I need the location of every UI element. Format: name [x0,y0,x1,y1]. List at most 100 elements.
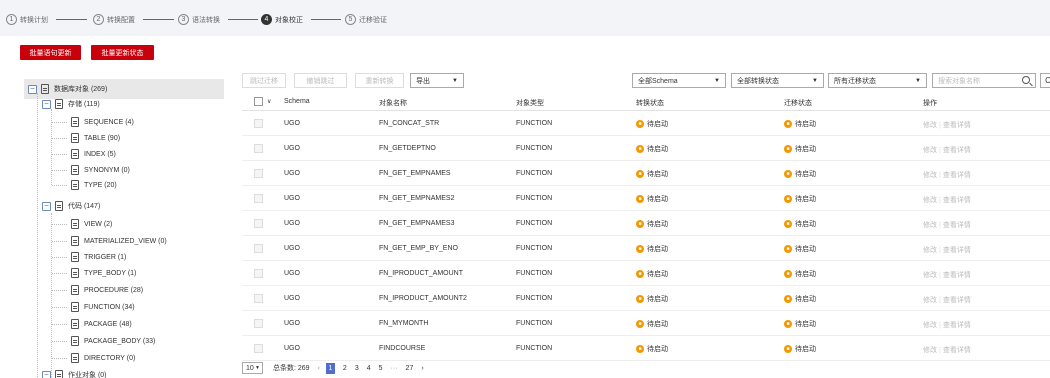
edit-link[interactable]: 修改 [923,122,937,129]
page-5[interactable]: 5 [379,365,383,372]
batch-update-statement-button[interactable]: 批量语句更新 [20,45,81,60]
row-checkbox[interactable] [254,219,263,228]
step-4[interactable]: 4 对象校正 [261,14,303,25]
step-1[interactable]: 1 转换计划 [6,14,48,25]
row-checkbox[interactable] [254,244,263,253]
page-size-select[interactable]: 10 ▼ [242,362,263,374]
edit-link[interactable]: 修改 [923,322,937,329]
row-checkbox[interactable] [254,344,263,353]
table-row[interactable]: UGO FN_GET_EMPNAMES2 FUNCTION ■ 待启动 ■ 待启动 修改 | 查看… [242,186,1050,211]
tree-node-sequence[interactable]: SEQUENCE (4) [71,116,134,128]
edit-link[interactable]: 修改 [923,297,937,304]
table-row[interactable]: UGO FN_IPRODUCT_AMOUNT FUNCTION ■ 待启动 ■ 待启动 修改 |… [242,261,1050,286]
tree-node-storage[interactable]: − 存储 (119) [42,98,100,110]
undo-skip-button[interactable]: 撤销跳过 [294,73,347,88]
page-3[interactable]: 3 [355,365,359,372]
tree-node-synonym[interactable]: SYNONYM (0) [71,164,130,176]
column-header-object-name[interactable]: 对象名称 [379,98,407,108]
edit-link[interactable]: 修改 [923,247,937,254]
row-checkbox[interactable] [254,169,263,178]
tree-node-directory[interactable]: DIRECTORY (0) [71,352,135,364]
row-checkbox[interactable] [254,269,263,278]
tree-node-package[interactable]: PACKAGE (48) [71,318,132,330]
collapse-icon[interactable]: − [42,370,51,378]
table-row[interactable]: UGO FN_GETDEPTNO FUNCTION ■ 待启动 ■ 待启动 修改 | 查看详情 [242,136,1050,161]
step-5[interactable]: 5 迁移验证 [345,14,387,25]
view-details-link[interactable]: 查看详情 [943,172,971,179]
view-details-link[interactable]: 查看详情 [943,122,971,129]
tree-node-type-body[interactable]: TYPE_BODY (1) [71,267,136,279]
row-checkbox[interactable] [254,294,263,303]
column-header-convert-status[interactable]: 转换状态 [636,98,664,108]
object-search-input[interactable]: 搜索对象名称 [932,73,1036,88]
page-4[interactable]: 4 [367,365,371,372]
page-27[interactable]: 27 [406,365,414,372]
prev-page-button[interactable]: ‹ [318,365,320,372]
collapse-icon[interactable]: − [28,84,37,94]
reconvert-button[interactable]: 重新转换 [355,73,404,88]
tree-node-index[interactable]: INDEX (5) [71,148,116,160]
edit-link[interactable]: 修改 [923,272,937,279]
chevron-down-icon[interactable]: ∨ [267,98,271,105]
table-row[interactable]: UGO FN_GET_EMPNAMES FUNCTION ■ 待启动 ■ 待启动 修改 | 查看详… [242,161,1050,186]
table-row[interactable]: UGO FN_IPRODUCT_AMOUNT2 FUNCTION ■ 待启动 ■ 待启动 修改… [242,286,1050,311]
view-details-link[interactable]: 查看详情 [943,197,971,204]
row-checkbox[interactable] [254,119,263,128]
next-page-button[interactable]: › [421,365,423,372]
tree-node-type[interactable]: TYPE (20) [71,179,117,191]
view-details-link[interactable]: 查看详情 [943,322,971,329]
page-2[interactable]: 2 [343,365,347,372]
tree-node-table[interactable]: TABLE (90) [71,132,120,144]
page-1[interactable]: 1 [325,362,335,374]
tree-node-materialized-view[interactable]: MATERIALIZED_VIEW (0) [71,235,167,247]
migration-status-filter-select[interactable]: 所有迁移状态 ▼ [828,73,927,88]
view-details-link[interactable]: 查看详情 [943,347,971,354]
tree-node-trigger[interactable]: TRIGGER (1) [71,251,126,263]
tree-node-package-body[interactable]: PACKAGE_BODY (33) [71,335,155,347]
step-3[interactable]: 3 语法转换 [178,14,220,25]
column-header-schema[interactable]: Schema [284,98,310,105]
search-icon[interactable] [1022,76,1030,84]
column-header-object-type[interactable]: 对象类型 [516,98,544,108]
table-row[interactable]: UGO FN_GET_EMPNAMES3 FUNCTION ■ 待启动 ■ 待启动 修改 | 查看… [242,211,1050,236]
convert-status-filter-select[interactable]: 全部转换状态 ▼ [731,73,824,88]
view-details-link[interactable]: 查看详情 [943,297,971,304]
edit-link[interactable]: 修改 [923,172,937,179]
view-details-link[interactable]: 查看详情 [943,272,971,279]
edit-link[interactable]: 修改 [923,197,937,204]
tree-node-job-objects[interactable]: − 作业对象 (0) [42,369,107,378]
table-row[interactable]: UGO FN_GET_EMP_BY_ENO FUNCTION ■ 待启动 ■ 待启动 修改 | 查… [242,236,1050,261]
column-header-migration-status[interactable]: 迁移状态 [784,98,812,108]
table-row[interactable]: UGO FINDCOURSE FUNCTION ■ 待启动 ■ 待启动 修改 | 查看详情 [242,336,1050,361]
row-checkbox[interactable] [254,194,263,203]
view-details-link[interactable]: 查看详情 [943,222,971,229]
row-actions: 修改 | 查看详情 [923,195,971,205]
view-details-link[interactable]: 查看详情 [943,147,971,154]
tree-node-function[interactable]: FUNCTION (34) [71,301,135,313]
table-row[interactable]: UGO FN_CONCAT_STR FUNCTION ■ 待启动 ■ 待启动 修改 | 查看详情 [242,111,1050,136]
tree-node-procedure[interactable]: PROCEDURE (28) [71,284,143,296]
collapse-icon[interactable]: − [42,201,51,211]
tree-node-label: 代码 (147) [68,203,101,210]
step-2[interactable]: 2 转换配置 [93,14,135,25]
edit-link[interactable]: 修改 [923,347,937,354]
row-checkbox[interactable] [254,319,263,328]
schema-filter-select[interactable]: 全部Schema ▼ [632,73,726,88]
refresh-icon[interactable]: C [1040,73,1050,88]
row-checkbox[interactable] [254,144,263,153]
skip-migration-button[interactable]: 跳过迁移 [242,73,286,88]
tree-node-view[interactable]: VIEW (2) [71,218,112,230]
view-details-link[interactable]: 查看详情 [943,247,971,254]
collapse-icon[interactable]: − [42,99,51,109]
tree-node-database-objects[interactable]: − 数据库对象 (269) [28,83,107,95]
edit-link[interactable]: 修改 [923,222,937,229]
tree-node-code[interactable]: − 代码 (147) [42,200,100,212]
select-all-checkbox[interactable] [254,97,263,106]
export-dropdown[interactable]: 导出 ▼ [410,73,464,88]
chevron-down-icon: ▼ [255,365,260,371]
edit-link[interactable]: 修改 [923,147,937,154]
table-row[interactable]: UGO FN_MYMONTH FUNCTION ■ 待启动 ■ 待启动 修改 | 查看详情 [242,311,1050,336]
chevron-down-icon: ▼ [452,78,458,84]
page-ellipsis[interactable]: ··· [391,365,398,372]
batch-update-status-button[interactable]: 批量更新状态 [91,45,154,60]
